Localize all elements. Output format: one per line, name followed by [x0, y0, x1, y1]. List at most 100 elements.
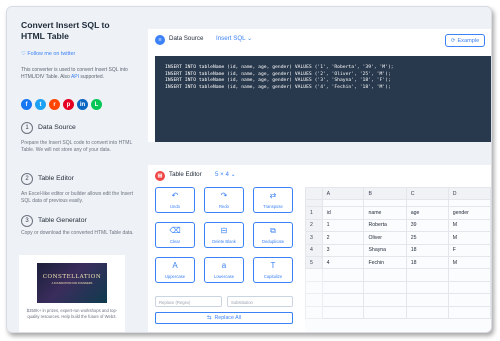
table-cell[interactable]: 1 [321, 218, 365, 233]
column-header: B [363, 187, 407, 201]
replace-all-button[interactable]: ⇆ Replace All [155, 312, 293, 324]
step-2-number: 2 [21, 173, 33, 185]
data-source-panel: ≡ Data Source Insert SQL ⌄ ⟳ Example INSE… [148, 29, 491, 142]
tool-label: Uppercase [164, 274, 186, 279]
ad-text: $350K+ in prizes, expert-run workshops a… [26, 308, 118, 319]
empty-row [305, 305, 491, 319]
reddit-icon[interactable]: r [49, 99, 60, 110]
deduplicate-icon: ⧉ [270, 226, 276, 235]
table-cell[interactable]: gender [447, 206, 491, 220]
replace-all-label: Replace All [214, 315, 241, 321]
pinterest-icon[interactable]: p [63, 99, 74, 110]
ad-image-title: CONSTELLATION [42, 274, 102, 280]
sub-header-cell [363, 199, 407, 208]
facebook-icon[interactable]: f [21, 99, 32, 110]
format-select-value: Insert SQL [216, 35, 246, 42]
lowercase-button[interactable]: a Lowercase [204, 257, 244, 283]
spreadsheet-grid[interactable]: A B C D 1 id name age gender 2 1 Roberta 39 M 3 2 Oliver… [305, 187, 491, 332]
empty-row [305, 268, 491, 282]
table-cell[interactable]: id [321, 206, 365, 220]
table-row: 4 3 Shayna 18 F [305, 243, 491, 257]
table-cell[interactable]: 3 [321, 243, 365, 257]
table-cell[interactable]: 39 [405, 218, 449, 233]
substitution-input[interactable]: Substitution [227, 296, 293, 307]
social-share-bar: f t r p in L [21, 99, 102, 110]
sub-header-cell [321, 199, 365, 208]
table-cell[interactable]: M [447, 255, 491, 270]
format-select[interactable]: Insert SQL ⌄ [216, 35, 252, 42]
table-cell[interactable]: age [405, 206, 449, 220]
heart-icon: ♡ [21, 51, 26, 57]
data-source-header: ≡ Data Source Insert SQL ⌄ ⟳ Example [148, 29, 491, 51]
step-2-title: Table Editor [38, 175, 74, 182]
ad-image[interactable]: CONSTELLATION A FOUNDATION FOR FOUNDERS [37, 263, 107, 303]
table-cell[interactable]: M [447, 231, 491, 245]
empty-cell [405, 268, 449, 282]
transpose-button[interactable]: ⇄ Transpose [253, 187, 293, 213]
clear-button[interactable]: ⌫ Clear [155, 222, 195, 248]
empty-cell [305, 280, 323, 295]
sql-code-editor[interactable]: INSERT INTO tableName (id, name, age, ge… [155, 56, 491, 142]
empty-cell [363, 280, 407, 295]
deduplicate-button[interactable]: ⧉ Deduplicate [253, 222, 293, 248]
table-cell[interactable]: Fechin [363, 255, 407, 270]
sponsored-ad[interactable]: CONSTELLATION A FOUNDATION FOR FOUNDERS … [19, 255, 125, 332]
empty-cell [447, 280, 491, 295]
empty-cell [363, 268, 407, 282]
empty-cell [321, 305, 365, 319]
empty-row [305, 280, 491, 295]
clear-icon: ⌫ [169, 226, 181, 235]
corner-cell [305, 187, 323, 201]
table-cell[interactable]: 18 [405, 255, 449, 270]
table-cell[interactable]: 4 [321, 255, 365, 270]
linkedin-icon[interactable]: in [77, 99, 88, 110]
twitter-icon[interactable]: t [35, 99, 46, 110]
empty-cell [447, 268, 491, 282]
delete-blank-button[interactable]: ⊟ Delete Blank [204, 222, 244, 248]
redo-button[interactable]: ↷ Redo [204, 187, 244, 213]
database-icon: ≡ [155, 35, 165, 45]
twitter-follow-label: Follow me on twitter [27, 51, 76, 57]
api-link[interactable]: API [71, 74, 79, 80]
table-size-value: 5 × 4 [215, 171, 229, 178]
replace-icon: ⇆ [207, 315, 212, 321]
column-header: A [321, 187, 365, 201]
row-number: 5 [305, 255, 323, 270]
empty-cell [405, 293, 449, 307]
table-cell[interactable]: Oliver [363, 231, 407, 245]
empty-row [305, 293, 491, 307]
table-size-select[interactable]: 5 × 4 ⌄ [215, 171, 236, 178]
regex-replace-input[interactable]: Replace (Regex) [155, 296, 222, 307]
table-cell[interactable]: Roberta [363, 218, 407, 233]
tool-label: Lowercase [213, 274, 235, 279]
table-cell[interactable]: 2 [321, 231, 365, 245]
table-editor-panel: ▦ Table Editor 5 × 4 ⌄ ↶ Undo ↷ Redo ⇄ Transp… [148, 165, 491, 332]
empty-cell [405, 305, 449, 319]
uppercase-button[interactable]: A Uppercase [155, 257, 195, 283]
table-cell[interactable]: M [447, 218, 491, 233]
step-1-title: Data Source [38, 124, 76, 131]
data-source-title: Data Source [169, 35, 204, 42]
undo-button[interactable]: ↶ Undo [155, 187, 195, 213]
line-icon[interactable]: L [91, 99, 102, 110]
table-cell[interactable]: name [363, 206, 407, 220]
transpose-icon: ⇄ [269, 191, 277, 200]
empty-cell [321, 293, 365, 307]
table-cell[interactable]: Shayna [363, 243, 407, 257]
capitalize-button[interactable]: T Capitalize [253, 257, 293, 283]
table-cell[interactable]: 18 [405, 243, 449, 257]
twitter-follow-link[interactable]: ♡ Follow me on twitter [21, 51, 75, 57]
empty-cell [321, 280, 365, 295]
data-table: A B C D 1 id name age gender 2 1 Roberta 39 M 3 2 Oliver… [305, 187, 491, 319]
row-number: 1 [305, 206, 323, 220]
column-header: C [405, 187, 449, 201]
table-cell[interactable]: 25 [405, 231, 449, 245]
table-row: 5 4 Fechin 18 M [305, 255, 491, 270]
example-label: Example [457, 37, 480, 44]
code-line: INSERT INTO tableName (id, name, age, ge… [165, 65, 394, 70]
example-button[interactable]: ⟳ Example [445, 34, 485, 47]
delete-blank-icon: ⊟ [220, 226, 228, 235]
table-cell[interactable]: F [447, 243, 491, 257]
empty-cell [363, 293, 407, 307]
sidebar: Convert Insert SQL to HTML Table ♡ Follo… [7, 7, 135, 332]
